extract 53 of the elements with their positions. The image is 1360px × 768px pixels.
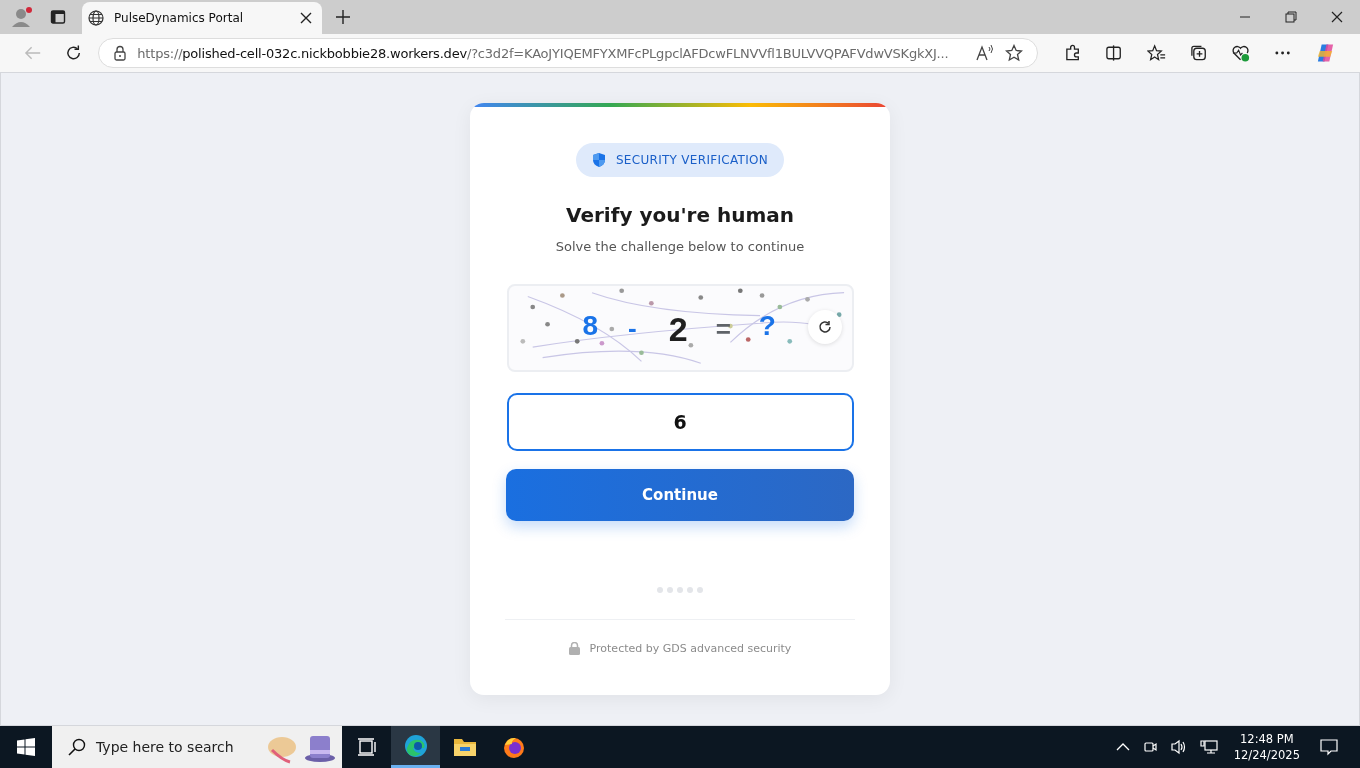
chevron-up-icon[interactable]: [1115, 743, 1130, 751]
card-title: Verify you're human: [566, 203, 794, 227]
browser-icon: [403, 733, 428, 758]
captcha-character: =: [715, 316, 731, 342]
notifications-icon[interactable]: [1320, 738, 1338, 756]
fox-browser-icon: [501, 735, 526, 759]
windows-start-icon[interactable]: [17, 738, 35, 756]
more-icon[interactable]: [1273, 50, 1292, 56]
lock-icon: [568, 642, 580, 655]
globe-icon: [88, 10, 104, 26]
clock-time: 12:48 PM: [1240, 731, 1294, 747]
captcha-character: ?: [758, 312, 776, 340]
refresh-icon[interactable]: [65, 44, 83, 62]
loading-dots-icon: [657, 587, 703, 593]
footer-text: Protected by GDS advanced security: [589, 642, 792, 655]
tab-title: PulseDynamics Portal: [114, 11, 245, 25]
search-icon: [68, 738, 86, 756]
collections-icon[interactable]: [1189, 44, 1207, 62]
split-screen-icon[interactable]: [1105, 44, 1123, 62]
task-view-icon: [356, 738, 377, 756]
close-icon[interactable]: [300, 12, 312, 24]
network-icon[interactable]: [1199, 739, 1218, 755]
restore-icon[interactable]: [1285, 11, 1297, 23]
tab-actions-icon[interactable]: [50, 9, 66, 25]
refresh-captcha-button[interactable]: [807, 310, 842, 344]
puzzle-icon[interactable]: [1064, 44, 1082, 62]
answer-field[interactable]: 6: [506, 393, 854, 451]
speaker-icon[interactable]: [1169, 739, 1188, 755]
clock-date: 12/24/2025: [1233, 747, 1300, 763]
card-subtitle: Solve the challenge below to continue: [555, 239, 805, 254]
close-icon[interactable]: [1331, 11, 1343, 23]
captcha-character: 8: [582, 312, 599, 340]
refresh-icon: [817, 320, 832, 334]
captcha-character: -: [628, 315, 637, 341]
continue-button[interactable]: Continue: [506, 469, 854, 521]
star-icon[interactable]: [1005, 44, 1024, 62]
search-placeholder: Type here to search: [96, 739, 235, 755]
new-tab-icon[interactable]: [336, 10, 350, 24]
badge-label: SECURITY VERIFICATION: [615, 153, 769, 167]
heart-pulse-icon[interactable]: [1230, 44, 1250, 62]
favorites-icon[interactable]: [1146, 44, 1166, 62]
taskbar-search-field[interactable]: Type here to search: [52, 726, 342, 768]
folder-icon: [452, 737, 477, 757]
captcha-character: 2: [668, 312, 688, 346]
read-aloud-icon[interactable]: [975, 44, 996, 62]
profile-icon[interactable]: [10, 5, 34, 29]
url-text: https://polished-cell-032c.nickbobbie28.workers.dev/?c3d2f=KAoJYIQEMFYXMFcPLgpclAFDcwFLNVVfl1BULVVQPAFVdwVSKgkXJ...: [137, 45, 950, 61]
camera-icon[interactable]: [1141, 739, 1158, 755]
lock-icon: [113, 45, 128, 61]
shield-icon: [591, 152, 606, 168]
edge-taskbar-button[interactable]: [391, 726, 440, 768]
address-bar[interactable]: https://polished-cell-032c.nickbobbie28.workers.dev/?c3d2f=KAoJYIQEMFYXMFcPLgpclAFDcwFLNVVfl1BULVVQPAFVdwVSKgkXJ...: [98, 38, 1039, 68]
browser-tab[interactable]: PulseDynamics Portal: [82, 2, 322, 34]
